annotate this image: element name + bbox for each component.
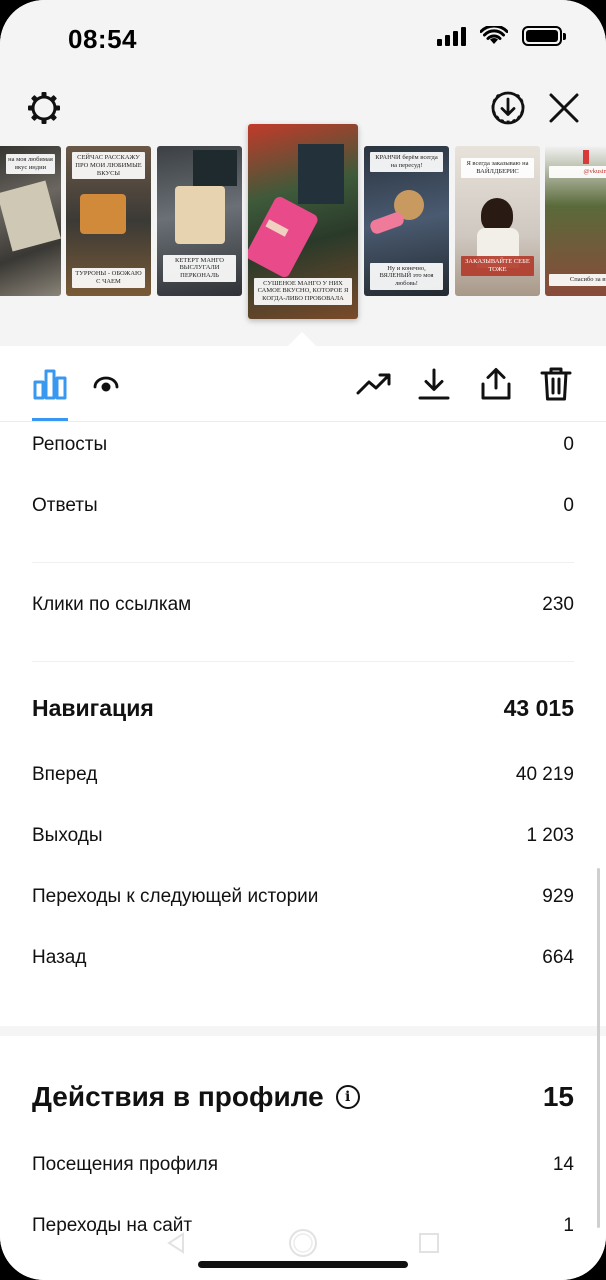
stat-value: 0 [563, 434, 574, 455]
status-icons [437, 26, 566, 46]
stat-row-link-clicks: Клики по ссылкам 230 [32, 594, 574, 616]
cellular-signal-icon [437, 26, 466, 46]
share-button[interactable] [476, 360, 516, 408]
stat-value: 664 [542, 947, 574, 968]
insights-sheet: Репосты 0 Ответы 0 Клики по ссылкам 230 … [0, 346, 606, 1280]
status-time: 08:54 [68, 24, 137, 54]
story-thumbnail-selected[interactable]: СУШЕНОЕ МАНГО У НИХ САМОЕ ВКУСНО, КОТОРО… [248, 124, 358, 319]
stat-label: Вперед [32, 764, 98, 785]
section-profile-actions-header: Действия в профиле i 15 [32, 1081, 574, 1113]
back-nav-icon[interactable] [166, 1232, 186, 1254]
story-caption-bottom: ТУРРОНЫ - ОБОЖАЮ С ЧАЕМ [72, 268, 145, 288]
stat-label: Посещения профиля [32, 1154, 218, 1175]
story-caption-bottom: Спасибо за внимание [549, 274, 606, 286]
divider [32, 661, 574, 662]
stat-row-exits: Выходы 1 203 [32, 825, 574, 847]
section-separator [0, 1026, 606, 1036]
share-icon [481, 368, 511, 400]
story-caption-bottom: Ну и конечно, ВЯЛЕНЫЙ это моя любовь! [370, 262, 443, 290]
trash-icon [540, 367, 572, 401]
download-button[interactable] [414, 360, 454, 408]
recents-nav-icon[interactable] [418, 1232, 440, 1254]
story-caption-bottom: СУШЕНОЕ МАНГО У НИХ САМОЕ ВКУСНО, КОТОРО… [254, 277, 352, 305]
stat-label: Выходы [32, 825, 103, 846]
section-title: Навигация [32, 695, 154, 721]
stat-value: 0 [563, 495, 574, 516]
stat-value: 230 [542, 594, 574, 615]
story-thumbnail[interactable]: Я всегда заказываю на ВАЙЛДБЕРИС ЗАКАЗЫВ… [455, 146, 540, 296]
section-navigation-header: Навигация 43 015 [32, 695, 574, 722]
stat-row-back: Назад 664 [32, 947, 574, 969]
stat-label: Переходы к следующей истории [32, 886, 319, 907]
battery-icon [522, 26, 566, 46]
info-icon[interactable]: i [335, 1085, 360, 1109]
stat-row-profile-visits: Посещения профиля 14 [32, 1154, 574, 1176]
phone-screen: 08:54 на моя любимая вкус индии СЕЙЧАС Р… [0, 0, 606, 1280]
stat-value: 14 [552, 1154, 574, 1175]
home-indicator[interactable] [198, 1261, 408, 1268]
story-thumbnail[interactable]: @vkusimira Спасибо за внимание [545, 146, 606, 296]
scrollbar[interactable] [597, 868, 600, 1228]
story-caption-bottom: ЗАКАЗЫВАЙТЕ СЕБЕ ТОЖЕ [461, 256, 534, 276]
system-nav-buttons [0, 1222, 606, 1262]
story-caption: СЕЙЧАС РАССКАЖУ ПРО МОИ ЛЮБИМЫЕ ВКУСЫ [72, 152, 145, 180]
story-thumbnail[interactable]: СЕЙЧАС РАССКАЖУ ПРО МОИ ЛЮБИМЫЕ ВКУСЫ ТУ… [66, 146, 151, 296]
story-caption: на моя любимая вкус индии [6, 154, 55, 174]
status-bar: 08:54 [0, 0, 606, 80]
trending-up-icon [356, 373, 391, 395]
story-header: 08:54 на моя любимая вкус индии СЕЙЧАС Р… [0, 0, 606, 348]
section-total: 15 [542, 1081, 574, 1112]
section-title: Действия в профиле [32, 1081, 324, 1112]
tab-insights[interactable] [30, 360, 70, 408]
active-tab-indicator [32, 418, 68, 421]
story-caption: Я всегда заказываю на ВАЙЛДБЕРИС [461, 158, 534, 178]
stat-label: Назад [32, 947, 87, 968]
eye-icon [93, 376, 119, 392]
story-thumbnail[interactable]: КРАНЧИ берём всегда на пересуд! Ну и кон… [364, 146, 449, 296]
story-caption-bottom: КЕТЕРТ МАНГО ВЫСЛУГАЛИ ПЕРКОНАЛЬ [163, 254, 236, 282]
story-thumbnail[interactable]: на моя любимая вкус индии [0, 146, 61, 296]
story-caption: КРАНЧИ берём всегда на пересуд! [370, 152, 443, 172]
tab-viewers[interactable] [86, 360, 126, 408]
stat-row-reposts: Репосты 0 [32, 434, 574, 456]
promote-button[interactable] [354, 360, 394, 408]
stat-row-next-story: Переходы к следующей истории 929 [32, 886, 574, 908]
story-caption: @vkusimira [549, 166, 606, 178]
stat-row-forward: Вперед 40 219 [32, 764, 574, 786]
home-nav-icon[interactable] [288, 1228, 318, 1258]
stat-value: 929 [542, 886, 574, 907]
divider [32, 562, 574, 563]
story-thumbnail[interactable]: КЕТЕРТ МАНГО ВЫСЛУГАЛИ ПЕРКОНАЛЬ [157, 146, 242, 296]
section-total: 43 015 [503, 695, 574, 721]
stat-value: 40 219 [515, 764, 574, 785]
insights-toolbar [0, 346, 606, 422]
story-thumbnail-strip: на моя любимая вкус индии СЕЙЧАС РАССКАЖ… [0, 120, 606, 330]
stat-row-replies: Ответы 0 [32, 495, 574, 517]
download-icon [418, 368, 450, 400]
stat-label: Клики по ссылкам [32, 594, 192, 615]
delete-button[interactable] [536, 360, 576, 408]
stat-label: Репосты [32, 434, 108, 455]
stat-value: 1 203 [526, 825, 574, 846]
wifi-icon [480, 26, 508, 44]
bar-chart-icon [33, 369, 67, 400]
stat-label: Ответы [32, 495, 98, 516]
